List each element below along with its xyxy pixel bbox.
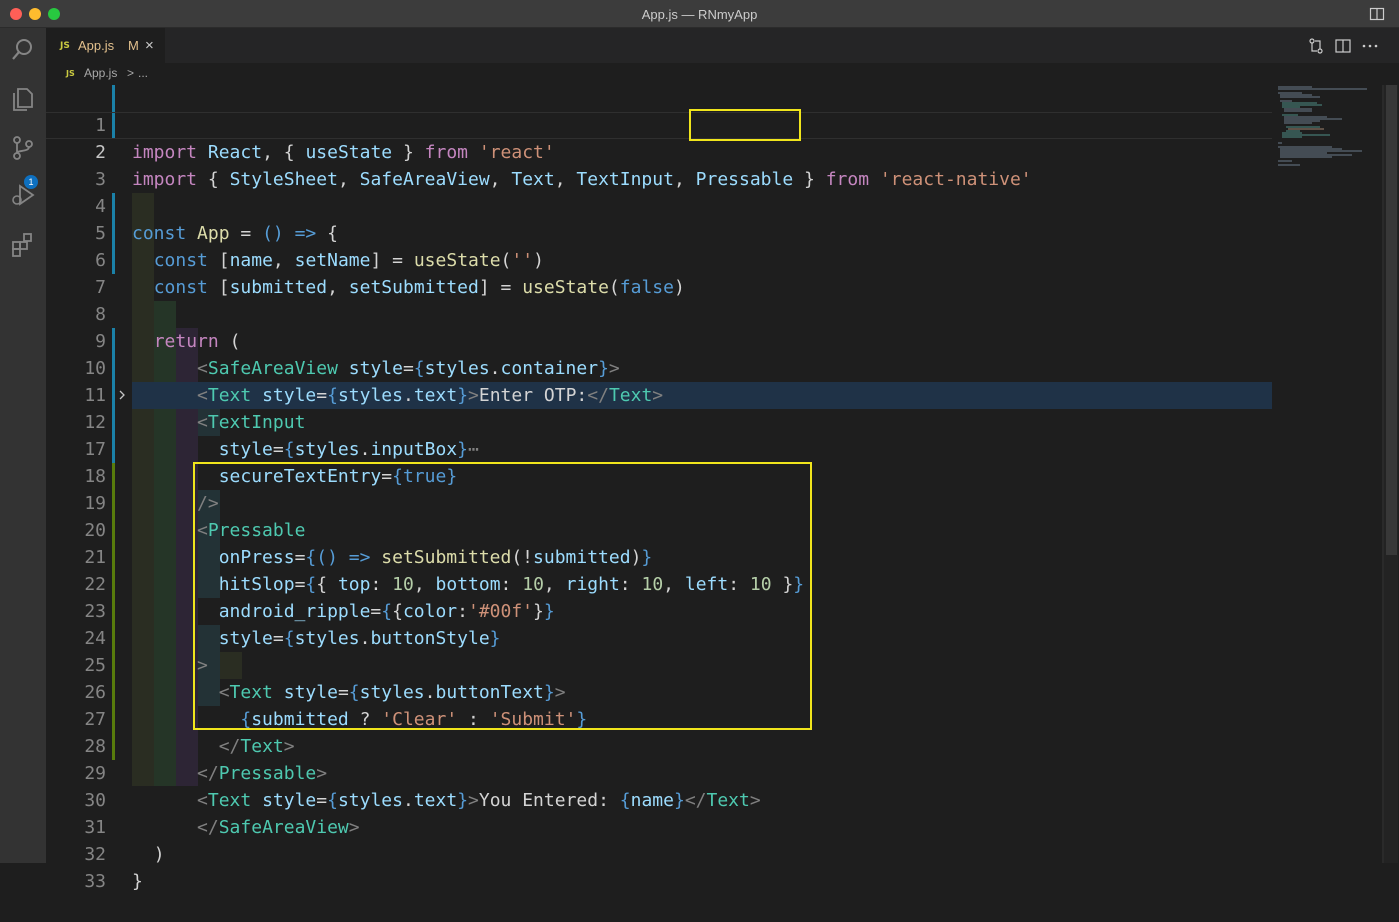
code-line: 7 xyxy=(95,277,106,298)
code-line: 8 return ( xyxy=(95,304,241,352)
code-line: 30 </SafeAreaView> xyxy=(84,790,360,838)
compare-changes-icon[interactable] xyxy=(1307,37,1325,55)
javascript-file-icon: JS xyxy=(66,69,75,78)
breadcrumb-symbols[interactable]: ... xyxy=(138,66,148,80)
pressable-block-highlight xyxy=(193,462,812,730)
code-editor[interactable]: 1 import React, { useState } from 'react… xyxy=(46,85,1399,892)
code-line-current: 2 import { StyleSheet, SafeAreaView, Tex… xyxy=(95,142,1032,190)
pressable-import-highlight xyxy=(689,109,801,141)
editor-actions xyxy=(1307,37,1387,55)
code-line-folded: 12 style={styles.inputBox}⋯ xyxy=(84,412,479,460)
code-line: 6 const [submitted, setSubmitted] = useS… xyxy=(95,250,685,298)
breadcrumb-file[interactable]: App.js xyxy=(84,66,117,80)
more-actions-icon[interactable] xyxy=(1361,37,1379,55)
search-icon[interactable] xyxy=(9,36,37,64)
code-line: 18 /> xyxy=(84,466,219,514)
scrollbar-thumb[interactable] xyxy=(1386,85,1397,555)
code-line: 11 <TextInput xyxy=(84,385,306,433)
split-editor-icon[interactable] xyxy=(1334,37,1352,55)
code-line: 1 import React, { useState } from 'react… xyxy=(95,115,555,163)
breadcrumb-separator: > xyxy=(127,66,135,80)
window-title: App.js — RNmyApp xyxy=(641,7,758,22)
source-control-icon[interactable] xyxy=(9,134,37,162)
javascript-file-icon: JS xyxy=(60,41,70,51)
run-debug-icon[interactable] xyxy=(9,181,37,209)
code-line: 10 <Text style={styles.text}>Enter OTP:<… xyxy=(84,358,664,406)
explorer-icon[interactable] xyxy=(9,85,37,113)
code-line: 4 const App = () => { xyxy=(95,196,338,244)
code-line: 3 xyxy=(95,169,106,190)
code-line: 33 xyxy=(84,871,106,892)
code-line: 5 const [name, setName] = useState('') xyxy=(95,223,544,271)
code-line: 29 <Text style={styles.text}>You Entered… xyxy=(84,763,761,811)
tab-app-js[interactable]: JS App.js M × xyxy=(46,28,166,63)
tab-bar: JS App.js M × xyxy=(46,28,1399,63)
modified-indicator: M xyxy=(128,38,139,53)
layout-toggle-icon[interactable] xyxy=(1369,6,1385,22)
minimap[interactable] xyxy=(1272,85,1382,205)
activity-bar: 1 xyxy=(0,28,46,863)
code-line: 31 ) xyxy=(84,817,165,865)
vertical-scrollbar[interactable] xyxy=(1384,85,1398,863)
title-bar: App.js — RNmyApp xyxy=(0,0,1399,28)
code-line: 32 } xyxy=(84,844,143,892)
close-tab-icon[interactable]: × xyxy=(145,37,154,54)
extensions-icon[interactable] xyxy=(9,230,37,258)
breadcrumb: JS App.js > ... xyxy=(46,63,1399,85)
code-line: 17 secureTextEntry={true} xyxy=(84,439,458,487)
tab-label: App.js xyxy=(78,38,115,53)
code-line: 9 <SafeAreaView style={styles.container}… xyxy=(95,331,620,379)
